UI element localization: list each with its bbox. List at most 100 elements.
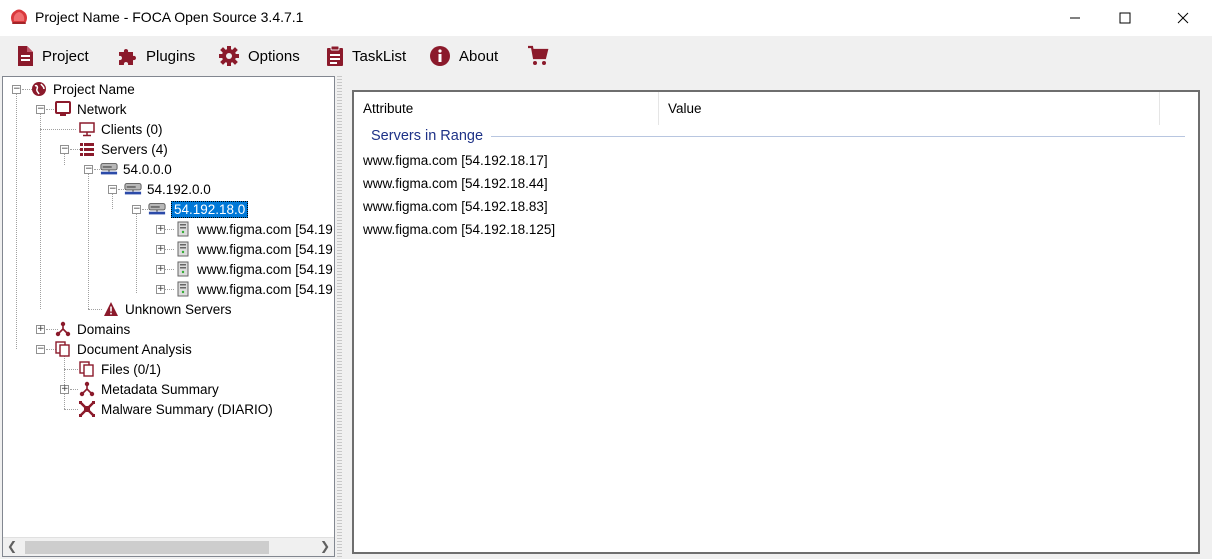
tree-node-range-c[interactable]: 54.192.18.0 xyxy=(148,199,249,219)
domains-icon xyxy=(54,320,72,338)
tree-node-files[interactable]: Files (0/1) xyxy=(78,359,161,379)
scroll-left-icon[interactable]: ❮ xyxy=(7,539,21,556)
server-host-icon xyxy=(174,260,192,278)
group-divider xyxy=(491,136,1185,137)
menu-plugins[interactable]: Plugins xyxy=(116,42,195,70)
menu-tasklist[interactable]: TaskList xyxy=(326,42,406,70)
tree-label-range-b: 54.192.0.0 xyxy=(147,181,211,197)
close-button[interactable] xyxy=(1160,0,1206,36)
tree-node-clients[interactable]: Clients (0) xyxy=(78,119,163,139)
column-header-value[interactable]: Value xyxy=(659,92,1160,125)
group-header-servers-in-range[interactable]: Servers in Range xyxy=(371,128,483,144)
scrollbar-thumb[interactable] xyxy=(25,541,269,554)
maximize-button[interactable] xyxy=(1102,0,1148,36)
gear-icon xyxy=(219,46,239,66)
menu-project[interactable]: Project xyxy=(16,42,89,70)
menu-tasklist-label: TaskList xyxy=(352,47,407,65)
tree-label-malware-summary: Malware Summary (DIARIO) xyxy=(101,401,273,417)
server-range-icon xyxy=(100,160,118,178)
tree-label-domains: Domains xyxy=(77,321,131,337)
server-host-icon xyxy=(174,220,192,238)
tree-label-range-c: 54.192.18.0 xyxy=(171,200,249,218)
menu-cart[interactable] xyxy=(527,42,557,70)
tree-node-project[interactable]: Project Name xyxy=(30,79,135,99)
tree-node-malware-summary[interactable]: Malware Summary (DIARIO) xyxy=(78,399,273,419)
expander-range-a[interactable]: − xyxy=(84,165,93,174)
metadata-icon xyxy=(78,380,96,398)
tree-node-unknown-servers[interactable]: Unknown Servers xyxy=(102,299,232,319)
tree-label-host: www.figma.com [54.19 xyxy=(197,261,333,277)
project-tree[interactable]: − − − − − − + + + + + − + Project Name N… xyxy=(2,76,335,557)
menu-plugins-label: Plugins xyxy=(146,47,196,65)
tree-label-host: www.figma.com [54.19 xyxy=(197,241,333,257)
minimize-button[interactable] xyxy=(1052,0,1098,36)
files-icon xyxy=(78,360,96,378)
tree-node-host[interactable]: www.figma.com [54.19 xyxy=(174,279,333,299)
tree-node-host[interactable]: www.figma.com [54.19 xyxy=(174,219,333,239)
list-item[interactable]: www.figma.com [54.192.18.44] xyxy=(363,176,548,191)
expander-host-3[interactable]: + xyxy=(156,265,165,274)
panel-splitter[interactable] xyxy=(337,76,342,557)
tree-label-host: www.figma.com [54.19 xyxy=(197,221,333,237)
expander-host-4[interactable]: + xyxy=(156,285,165,294)
tree-label-metadata-summary: Metadata Summary xyxy=(101,381,219,397)
tree-label-files: Files (0/1) xyxy=(101,361,162,377)
expander-metadata-summary[interactable]: + xyxy=(60,385,69,394)
tree-label-clients: Clients (0) xyxy=(101,121,163,137)
clipboard-icon xyxy=(327,45,343,66)
tree-node-host[interactable]: www.figma.com [54.19 xyxy=(174,259,333,279)
expander-range-b[interactable]: − xyxy=(108,185,117,194)
tree-node-metadata-summary[interactable]: Metadata Summary xyxy=(78,379,219,399)
column-header-attribute[interactable]: Attribute xyxy=(354,92,659,125)
menu-bar: Project Plugins Options TaskList About xyxy=(0,36,1212,76)
cart-icon xyxy=(528,45,549,65)
tree-label-network: Network xyxy=(77,101,127,117)
warning-icon xyxy=(102,300,120,318)
tree-node-range-b[interactable]: 54.192.0.0 xyxy=(124,179,211,199)
tree-node-host[interactable]: www.figma.com [54.19 xyxy=(174,239,333,259)
attribute-list[interactable]: Attribute Value Servers in Range www.fig… xyxy=(352,90,1200,554)
menu-options[interactable]: Options xyxy=(218,42,300,70)
list-item[interactable]: www.figma.com [54.192.18.17] xyxy=(363,153,548,168)
expander-host-2[interactable]: + xyxy=(156,245,165,254)
globe-icon xyxy=(30,80,48,98)
server-list-icon xyxy=(78,140,96,158)
server-host-icon xyxy=(174,240,192,258)
list-item[interactable]: www.figma.com [54.192.18.83] xyxy=(363,199,548,214)
expander-range-c[interactable]: − xyxy=(132,205,141,214)
expander-network[interactable]: − xyxy=(36,105,45,114)
scroll-right-icon[interactable]: ❯ xyxy=(316,539,330,556)
expander-host-1[interactable]: + xyxy=(156,225,165,234)
expander-project[interactable]: − xyxy=(12,85,21,94)
tree-label-range-a: 54.0.0.0 xyxy=(123,161,172,177)
menu-about-label: About xyxy=(459,47,499,65)
malware-icon xyxy=(78,400,96,418)
tree-label-unknown-servers: Unknown Servers xyxy=(125,301,232,317)
title-bar: Project Name - FOCA Open Source 3.4.7.1 xyxy=(0,0,1212,36)
tree-node-network[interactable]: Network xyxy=(54,99,127,119)
tree-node-range-a[interactable]: 54.0.0.0 xyxy=(100,159,172,179)
tree-label-document-analysis: Document Analysis xyxy=(77,341,192,357)
tree-node-domains[interactable]: Domains xyxy=(54,319,130,339)
menu-options-label: Options xyxy=(248,47,300,65)
document-icon xyxy=(18,46,33,66)
server-host-icon xyxy=(174,280,192,298)
server-range-icon xyxy=(148,200,166,218)
info-icon xyxy=(430,46,450,66)
window-title: Project Name - FOCA Open Source 3.4.7.1 xyxy=(35,9,304,25)
tree-node-document-analysis[interactable]: Document Analysis xyxy=(54,339,192,359)
tree-node-servers[interactable]: Servers (4) xyxy=(78,139,168,159)
list-item[interactable]: www.figma.com [54.192.18.125] xyxy=(363,222,555,237)
menu-about[interactable]: About xyxy=(429,42,498,70)
foca-app-icon xyxy=(9,8,29,26)
menu-project-label: Project xyxy=(42,47,89,65)
expander-domains[interactable]: + xyxy=(36,325,45,334)
monitor-icon xyxy=(78,120,96,138)
server-range-icon xyxy=(124,180,142,198)
tree-label-host: www.figma.com [54.19 xyxy=(197,281,333,297)
tree-horizontal-scrollbar[interactable]: ❮ ❯ xyxy=(3,537,334,556)
expander-servers[interactable]: − xyxy=(60,145,69,154)
puzzle-icon xyxy=(119,49,136,65)
expander-document-analysis[interactable]: − xyxy=(36,345,45,354)
tree-label-servers: Servers (4) xyxy=(101,141,168,157)
